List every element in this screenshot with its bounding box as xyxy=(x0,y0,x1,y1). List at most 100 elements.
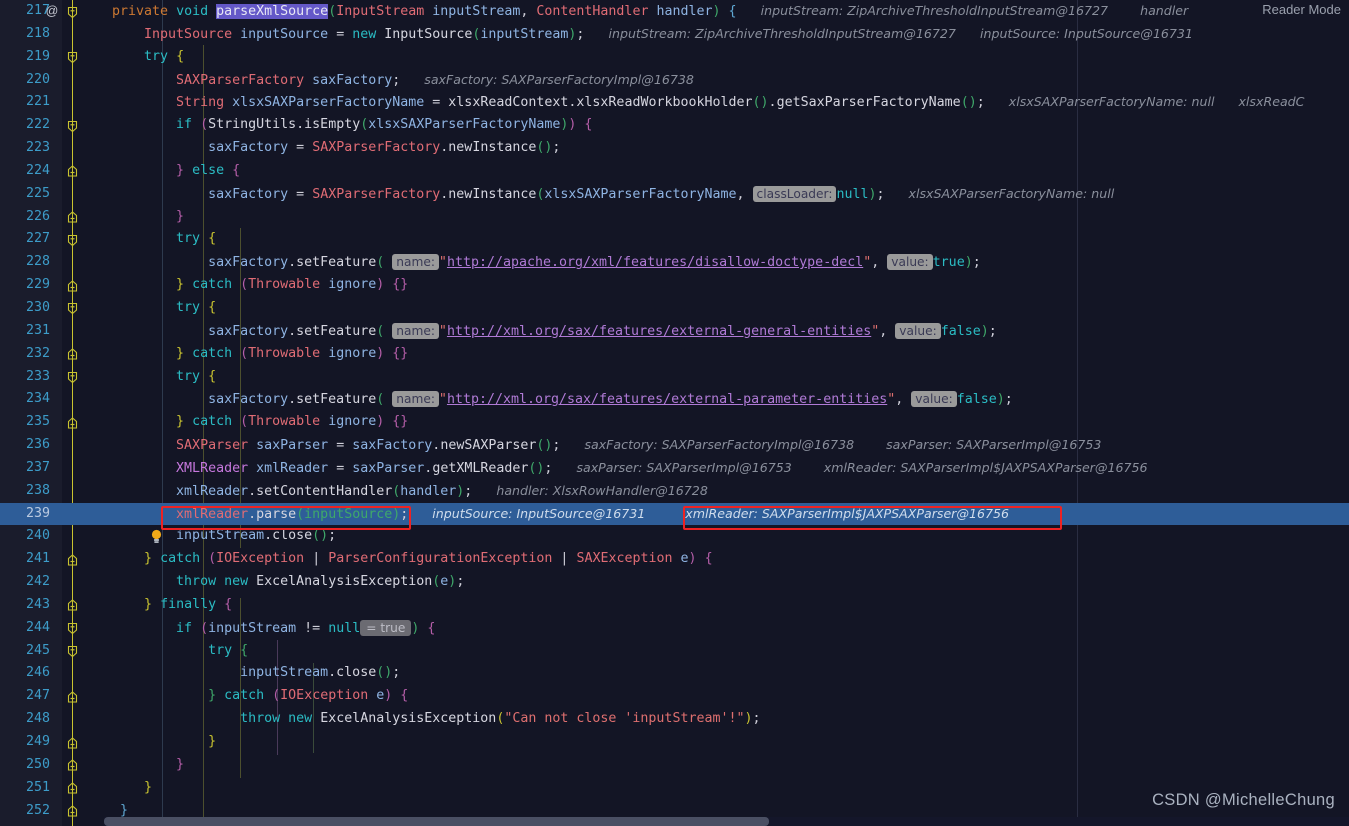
code-text: saxFactory = SAXParserFactory.newInstanc… xyxy=(208,140,561,156)
parameter-hint-chip[interactable]: value: xyxy=(887,254,933,271)
code-editor[interactable]: Reader Mode 217 @ private void parseXmlS… xyxy=(0,0,1349,826)
code-row[interactable]: 240 inputStream.close(); xyxy=(0,525,1349,548)
fold-marker-icon[interactable] xyxy=(66,279,79,293)
code-text: xmlReader.setContentHandler(handler); ha… xyxy=(176,482,708,499)
code-row[interactable]: 248 throw new ExcelAnalysisException("Ca… xyxy=(0,708,1349,731)
code-row[interactable]: 221 String xlsxSAXParserFactoryName = xl… xyxy=(0,91,1349,114)
code-row[interactable]: 235 } catch (Throwable ignore) {} xyxy=(0,411,1349,434)
code-row[interactable]: 233 try { xyxy=(0,366,1349,389)
inline-evaluation-chip[interactable]: = true xyxy=(360,619,412,636)
code-row[interactable]: 223 saxFactory = SAXParserFactory.newIns… xyxy=(0,137,1349,160)
fold-marker-icon[interactable] xyxy=(66,691,79,704)
code-text: } finally { xyxy=(144,596,233,612)
line-number: 219 xyxy=(25,48,50,64)
code-row[interactable]: 245 try { xyxy=(0,640,1349,663)
code-row[interactable]: 231 saxFactory.setFeature( name: "http://… xyxy=(0,320,1349,343)
parameter-hint-chip[interactable]: name: xyxy=(392,254,439,271)
line-number: 226 xyxy=(25,208,50,224)
line-number: 243 xyxy=(25,596,50,612)
code-row[interactable]: 249 } xyxy=(0,731,1349,754)
code-row[interactable]: 244 if (inputStream != null = true) { xyxy=(0,617,1349,640)
code-text: String xlsxSAXParserFactoryName = xlsxRe… xyxy=(176,94,1305,111)
reader-mode-label[interactable]: Reader Mode xyxy=(1262,2,1341,17)
code-text: saxFactory.setFeature( name: "http://xml.… xyxy=(208,322,997,339)
fold-marker-icon[interactable] xyxy=(66,645,79,658)
fold-marker-icon[interactable] xyxy=(66,6,79,19)
code-row[interactable]: 220 SAXParserFactory saxFactory; saxFact… xyxy=(0,69,1349,92)
line-number: 252 xyxy=(25,802,50,818)
code-row[interactable]: 226 } xyxy=(0,206,1349,229)
horizontal-scrollbar[interactable] xyxy=(104,817,1349,826)
code-row[interactable]: 227 try { xyxy=(0,228,1349,251)
watermark-text: CSDN @MichelleChung xyxy=(1152,791,1335,809)
code-row[interactable]: 224 } else { xyxy=(0,160,1349,183)
fold-marker-icon[interactable] xyxy=(66,759,79,772)
fold-marker-icon[interactable] xyxy=(66,348,79,361)
line-number: 221 xyxy=(25,94,50,110)
code-row[interactable]: 234 saxFactory.setFeature( name: "http://… xyxy=(0,388,1349,411)
code-row[interactable]: 241 } catch (IOException | ParserConfigu… xyxy=(0,548,1349,571)
parameter-hint-chip[interactable]: classLoader: xyxy=(752,185,837,202)
code-text: private void parseXmlSource(InputStream … xyxy=(112,3,1189,19)
code-row[interactable]: 232 } catch (Throwable ignore) {} xyxy=(0,343,1349,366)
code-text: throw new ExcelAnalysisException("Can no… xyxy=(240,711,761,727)
code-row[interactable]: 229 } catch (Throwable ignore) {} xyxy=(0,274,1349,297)
debug-hint: xlsxSAXParserFactoryName: null xyxy=(1008,94,1215,110)
debug-hint: xmlReader: SAXParserImpl$JAXPSAXParser@1… xyxy=(685,505,1010,521)
code-row-selected[interactable]: 239 xmlReader.parse(inputSource); inputS… xyxy=(0,502,1349,544)
fold-marker-icon[interactable] xyxy=(66,416,79,430)
fold-marker-icon[interactable] xyxy=(66,371,79,384)
fold-marker-icon[interactable] xyxy=(66,554,79,567)
line-number: 229 xyxy=(25,277,50,293)
fold-marker-icon[interactable] xyxy=(66,211,79,224)
fold-marker-icon[interactable] xyxy=(66,165,79,178)
code-text: } catch (Throwable ignore) {} xyxy=(176,414,409,430)
debug-hint: saxParser: SAXParserImpl@16753 xyxy=(886,437,1102,453)
line-number: 236 xyxy=(25,437,50,453)
code-text: saxFactory.setFeature( name: "http://apac… xyxy=(208,254,981,271)
code-row[interactable]: 238 xmlReader.setContentHandler(handler)… xyxy=(0,480,1349,503)
parameter-hint-chip[interactable]: value: xyxy=(895,322,941,339)
code-row[interactable]: 225 saxFactory = SAXParserFactory.newIns… xyxy=(0,183,1349,206)
code-row[interactable]: 247 } catch (IOException e) { xyxy=(0,685,1349,708)
code-row[interactable]: 236 SAXParser saxParser = saxFactory.new… xyxy=(0,434,1349,457)
parameter-hint-chip[interactable]: value: xyxy=(911,391,957,408)
parameter-hint-chip[interactable]: name: xyxy=(392,322,439,339)
fold-marker-icon[interactable] xyxy=(66,51,79,64)
code-row[interactable]: 243 } finally { xyxy=(0,594,1349,617)
code-row[interactable]: 251 } xyxy=(0,777,1349,800)
debug-hint: xlsxSAXParserFactoryName: null xyxy=(908,185,1115,201)
code-text: } catch (Throwable ignore) {} xyxy=(176,345,409,361)
line-number: 248 xyxy=(25,711,50,727)
annotation-marker[interactable]: @ xyxy=(42,0,62,23)
line-number: 251 xyxy=(25,779,50,795)
code-row[interactable]: 222 if (StringUtils.isEmpty(xlsxSAXParse… xyxy=(0,114,1349,137)
code-row[interactable]: 237 XMLReader xmlReader = saxParser.getX… xyxy=(0,457,1349,480)
line-number: 230 xyxy=(25,299,50,315)
intention-bulb-icon[interactable] xyxy=(84,506,162,544)
fold-marker-icon[interactable] xyxy=(66,805,79,818)
fold-marker-icon[interactable] xyxy=(66,120,79,133)
code-row[interactable]: 218 InputSource inputSource = new InputS… xyxy=(0,23,1349,46)
line-number: 224 xyxy=(25,162,50,178)
code-row[interactable]: 230 try { xyxy=(0,297,1349,320)
code-row[interactable]: 219 try { xyxy=(0,46,1349,69)
code-row[interactable]: 246 inputStream.close(); xyxy=(0,662,1349,685)
horizontal-scrollbar-thumb[interactable] xyxy=(104,817,769,826)
code-text: } catch (Throwable ignore) {} xyxy=(176,277,409,293)
parameter-hint-chip[interactable]: name: xyxy=(392,391,439,408)
fold-marker-icon[interactable] xyxy=(66,782,79,795)
code-row[interactable]: 217 @ private void parseXmlSource(InputS… xyxy=(0,0,1349,23)
code-text: try { xyxy=(144,48,185,64)
code-row[interactable]: 250 } xyxy=(0,754,1349,777)
fold-marker-icon[interactable] xyxy=(66,234,79,247)
code-row[interactable]: 228 saxFactory.setFeature( name: "http://… xyxy=(0,251,1349,274)
code-text: saxFactory.setFeature( name: "http://xml.… xyxy=(208,391,1013,408)
fold-marker-icon[interactable] xyxy=(66,599,79,612)
code-row[interactable]: 242 throw new ExcelAnalysisException(e); xyxy=(0,571,1349,594)
code-text: throw new ExcelAnalysisException(e); xyxy=(176,574,465,590)
fold-marker-icon[interactable] xyxy=(66,736,79,750)
fold-marker-icon[interactable] xyxy=(66,622,79,635)
fold-marker-icon[interactable] xyxy=(66,302,79,315)
line-number: 246 xyxy=(25,665,50,681)
